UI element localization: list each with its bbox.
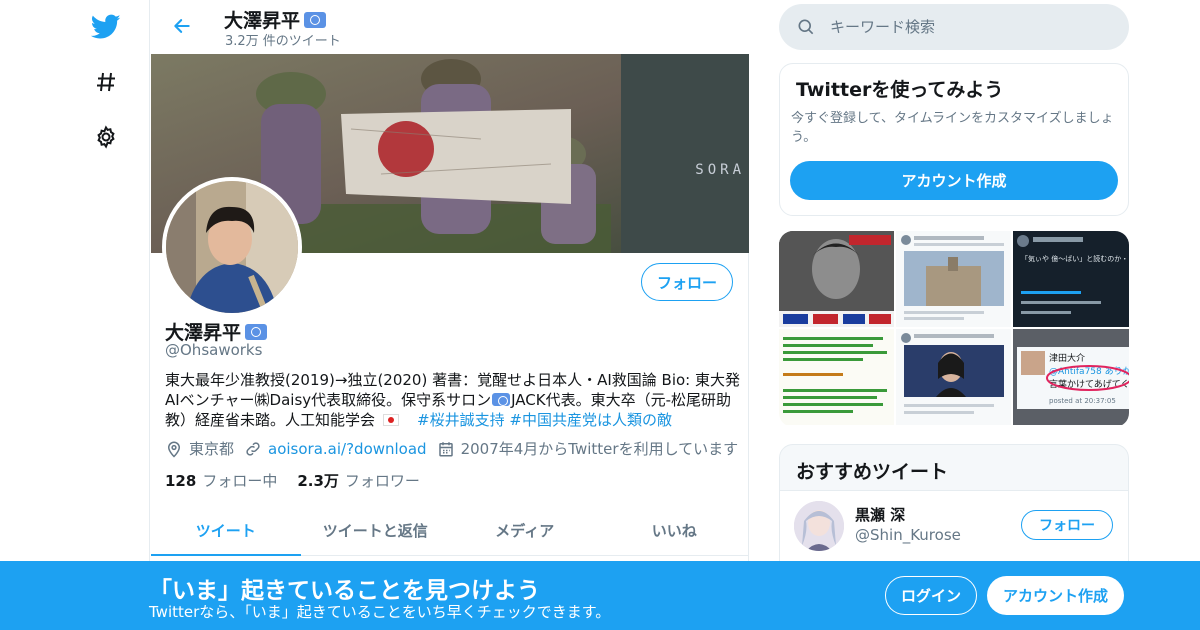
joined-text: 2007年4月からTwitterを利用しています [460,440,739,458]
hashtag-link-1[interactable]: #桜井誠支持 [417,411,505,429]
hashtag-icon[interactable] [86,62,126,102]
profile-handle: @Ohsaworks [165,341,263,359]
signup-card: Twitterを使ってみよう 今すぐ登録して、タイムラインをカスタマイズしましょ… [779,63,1129,216]
tab-likes[interactable]: いいね [600,505,750,555]
twitter-bird-icon[interactable] [86,7,126,47]
bio-line-2b: JACK代表。東大卒（元-松尾研助 [511,391,732,409]
search-icon [798,19,814,35]
media-thumbnail[interactable]: 津田大介 @Antifa758 ありが 言葉かけてあげてく posted at … [1013,329,1129,425]
profile-header-bar: 大澤昇平 3.2万 件のツイート [150,0,749,54]
recommended-title: おすすめツイート [796,461,949,483]
profile-avatar[interactable] [162,177,302,317]
followers-label: フォロワー [344,472,420,490]
media-text-1: 「気ぃや 億〜ばい」と読むのか・・・勉強になった [1021,254,1129,263]
following-count: 128 [165,472,197,490]
media-thumbnail[interactable] [896,231,1011,327]
recommended-avatar[interactable] [794,501,844,551]
header-name-wrap: 大澤昇平 [224,6,327,33]
create-account-button[interactable]: アカウント作成 [790,161,1118,200]
media-thumbnail[interactable] [779,329,894,425]
banner-watermark: SORA [695,162,745,178]
bio-line-1: 東大最年少准教授(2019)→独立(2020) 著書：覚醒せよ日本人・AI救国論… [165,371,741,389]
location-pin-icon [167,441,181,458]
media-text-time: posted at 20:37:05 [1049,397,1116,405]
follow-button[interactable]: フォロー [641,263,733,301]
following-stat[interactable]: 128 フォロー中 [165,470,277,491]
back-arrow-icon[interactable] [168,12,196,40]
followers-count: 2.3万 [297,472,339,490]
profile-tabs: ツイート ツイートと返信 メディア いいね [151,505,749,556]
media-text-handle: 津田大介 [1049,352,1085,364]
recommended-name: 黒瀬 深 [855,506,906,524]
media-grid: 「気ぃや 億〜ばい」と読むのか・・・勉強になった [779,231,1129,427]
website-item: aoisora.ai/?download [244,440,427,458]
following-label: フォロー中 [202,472,278,490]
tab-tweets-and-replies[interactable]: ツイートと返信 [301,505,451,555]
recommended-handle: @Shin_Kurose [855,526,961,544]
search-input[interactable] [830,18,1110,36]
gear-icon[interactable] [86,117,126,157]
bio-line-3: 教）経産省未踏。人工知能学会 #桜井誠支持 #中国共産党は人類の敵 [165,410,740,430]
joined-item: 2007年4月からTwitterを利用しています [437,438,739,459]
location-item: 東京都 [165,438,234,459]
japan-flag-icon [383,414,400,426]
recommended-follow-button[interactable]: フォロー [1021,510,1113,540]
signup-card-description: 今すぐ登録して、タイムラインをカスタマイズしましょう。 [791,111,1114,145]
tab-media[interactable]: メディア [450,505,600,555]
profile-bio: 東大最年少准教授(2019)→独立(2020) 著書：覚醒せよ日本人・AI救国論… [165,370,740,430]
profile-meta: 東京都 aoisora.ai/?download 2007年4月からTwitte… [165,438,748,459]
media-thumbnail[interactable] [779,231,894,327]
link-icon [246,441,260,456]
media-thumbnail[interactable]: 「気ぃや 億〜ばい」と読むのか・・・勉強になった [1013,231,1129,327]
hashtag-link-2[interactable]: #中国共産党は人類の敵 [509,411,672,429]
bio-line-3-text: 教）経産省未踏。人工知能学会 [165,411,376,429]
bottom-signup-bar: 「いま」起きていることを見つけよう Twitterなら、「いま」起きていることを… [0,561,1200,630]
recommended-user-row[interactable]: 黒瀬 深 @Shin_Kurose フォロー [780,490,1128,570]
bottom-bar-title: 「いま」起きていることを見つけよう [149,578,540,604]
un-flag-icon [492,393,511,406]
bottom-bar-subtitle: Twitterなら、「いま」起きていることをいち早くチェックできます。 [149,603,611,621]
website-link[interactable]: aoisora.ai/?download [268,440,427,458]
media-thumbnail[interactable] [896,329,1011,425]
followers-stat[interactable]: 2.3万 フォロワー [297,470,420,491]
calendar-icon [438,441,453,456]
un-flag-icon [304,11,327,28]
signup-card-title: Twitterを使ってみよう [796,79,1004,101]
header-tweet-count: 3.2万 件のツイート [225,34,341,49]
search-bar [779,4,1129,50]
header-profile-name: 大澤昇平 [224,10,301,32]
bio-line-2a: AIベンチャー㈱Daisy代表取締役。保守系サロン [165,391,492,409]
bio-line-2: AIベンチャー㈱Daisy代表取締役。保守系サロン JACK代表。東大卒（元-松尾… [165,390,740,410]
bottom-create-account-button[interactable]: アカウント作成 [987,576,1124,615]
login-button[interactable]: ログイン [885,576,977,615]
un-flag-icon [245,323,268,340]
media-text-body: 言葉かけてあげてく [1049,378,1129,390]
location-text: 東京都 [189,440,235,458]
follow-stats: 128 フォロー中 2.3万 フォロワー [165,470,420,491]
tab-tweets[interactable]: ツイート [151,505,301,556]
